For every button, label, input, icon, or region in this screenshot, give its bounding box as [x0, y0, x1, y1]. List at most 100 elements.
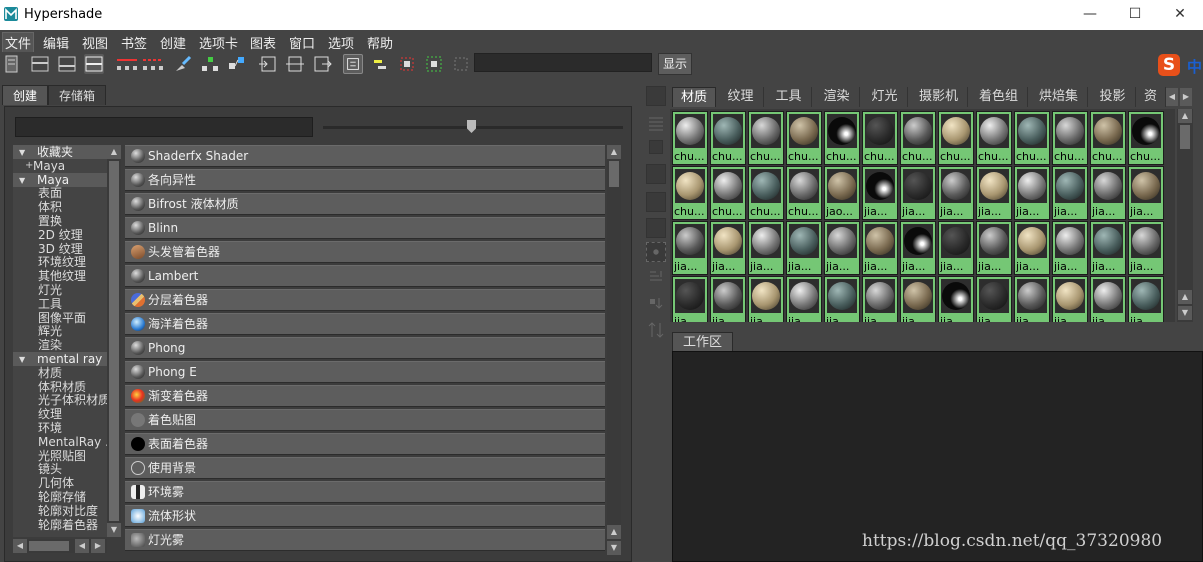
material-swatch[interactable]: jia... [672, 276, 708, 322]
tree-hscroll-thumb[interactable] [29, 541, 69, 551]
tree-item[interactable]: 渲染 [13, 338, 107, 352]
output-icon[interactable] [312, 54, 332, 74]
material-swatch[interactable]: chu... [1090, 111, 1126, 165]
material-swatch[interactable]: chu... [938, 111, 974, 165]
tab-cameras[interactable]: 摄影机 [910, 87, 968, 107]
shader-list-item[interactable]: 使用背景 [125, 457, 605, 479]
tree-item[interactable]: 置换 [13, 214, 107, 228]
material-swatch[interactable]: chu... [748, 111, 784, 165]
shader-list-item[interactable]: Phong E [125, 361, 605, 383]
clear-graph-icon[interactable] [451, 54, 471, 74]
frame-selected-icon[interactable] [397, 54, 417, 74]
node-search-input[interactable] [474, 53, 652, 72]
material-swatch[interactable]: jia... [1090, 276, 1126, 322]
shader-list-item[interactable]: 表面着色器 [125, 433, 605, 455]
tab-work-area[interactable]: 工作区 [672, 332, 734, 352]
material-swatch[interactable]: jia... [1052, 276, 1088, 322]
tree-item[interactable]: 环境 [13, 421, 107, 435]
tab-projects[interactable]: 投影 [1090, 87, 1136, 107]
list-view-icon[interactable] [646, 114, 666, 134]
tab-rendering[interactable]: 渲染 [814, 87, 860, 107]
scroll-down-icon[interactable]: ▼ [107, 523, 121, 537]
scroll-right-icon[interactable]: ▶ [91, 539, 105, 553]
tab-bins[interactable]: 存储箱 [48, 85, 107, 105]
tab-scroll-right-icon[interactable]: ▶ [1180, 88, 1192, 106]
material-swatch[interactable]: chu... [710, 166, 746, 220]
tree-item[interactable]: 3D 纹理 [13, 242, 107, 256]
material-swatch[interactable]: jia... [900, 221, 936, 275]
material-swatch[interactable]: jia... [1014, 276, 1050, 322]
material-swatch[interactable]: chu... [672, 111, 708, 165]
scroll-up-icon[interactable]: ▲ [607, 145, 621, 159]
material-swatch[interactable]: jia... [938, 276, 974, 322]
material-swatch[interactable]: jia... [900, 276, 936, 322]
material-swatch[interactable]: jia... [1014, 221, 1050, 275]
menu-create[interactable]: 创建 [160, 33, 186, 52]
shader-list-item[interactable]: Bifrost 液体材质 [125, 193, 605, 215]
material-swatch[interactable]: jia... [862, 166, 898, 220]
tree-item[interactable]: 光子体积材质 [13, 393, 107, 407]
layout-bottom-icon[interactable] [57, 54, 77, 74]
shader-list-item[interactable]: Shaderfx Shader [125, 145, 605, 167]
shader-list-scrollbar[interactable]: ▲ ▲ ▼ [607, 145, 621, 555]
material-swatch[interactable]: jia... [786, 221, 822, 275]
material-swatch[interactable]: jia... [1090, 166, 1126, 220]
tree-item[interactable]: 工具 [13, 297, 107, 311]
toggle-icon[interactable] [646, 86, 666, 106]
menu-window[interactable]: 窗口 [289, 33, 315, 52]
material-swatch[interactable]: chu... [900, 111, 936, 165]
tab-assets[interactable]: 资源 [1138, 87, 1166, 107]
tree-item[interactable]: 几何体 [13, 476, 107, 490]
scroll-up-icon[interactable]: ▲ [607, 525, 621, 539]
tree-scroll-thumb[interactable] [109, 161, 119, 521]
material-swatch[interactable]: chu... [1014, 111, 1050, 165]
shader-list-item[interactable]: 各向异性 [125, 169, 605, 191]
material-swatch[interactable]: jia... [976, 221, 1012, 275]
brush-icon[interactable] [173, 54, 193, 74]
tab-materials[interactable]: 材质 [672, 87, 716, 107]
material-swatch[interactable]: jia... [1052, 221, 1088, 275]
tab-lights[interactable]: 灯光 [862, 87, 908, 107]
scroll-down-icon[interactable]: ▼ [1178, 306, 1192, 320]
menu-options[interactable]: 选项 [328, 33, 354, 52]
graph-up-icon[interactable] [115, 54, 139, 74]
shader-list-item[interactable]: 渐变着色器 [125, 385, 605, 407]
menu-edit[interactable]: 编辑 [43, 33, 69, 52]
small-icon-view-icon[interactable] [649, 140, 663, 154]
material-swatch[interactable]: jia... [862, 221, 898, 275]
material-swatch[interactable]: chu... [786, 111, 822, 165]
icon-size-slider-handle[interactable] [467, 120, 476, 133]
connection-icon[interactable] [227, 54, 247, 74]
tree-item[interactable]: 表面 [13, 186, 107, 200]
material-swatch[interactable]: jia... [672, 221, 708, 275]
show-button[interactable]: 显示 [658, 53, 692, 75]
shader-list-item[interactable]: 流体形状 [125, 505, 605, 527]
material-swatch[interactable]: jao... [824, 166, 860, 220]
layout-top-icon[interactable] [30, 54, 50, 74]
tree-item[interactable]: 轮廓着色器 [13, 518, 107, 532]
tree-horizontal-scrollbar[interactable]: ◀ ◀ ▶ [13, 539, 107, 553]
material-swatch[interactable]: jia... [1128, 221, 1164, 275]
minimize-button[interactable]: — [1078, 4, 1102, 24]
material-swatch[interactable]: jia... [1090, 221, 1126, 275]
material-swatch[interactable]: jia... [1128, 276, 1164, 322]
scroll-up-icon[interactable]: ▲ [1178, 290, 1192, 304]
maximize-button[interactable]: ☐ [1123, 4, 1147, 24]
shader-list-item[interactable]: 着色贴图 [125, 409, 605, 431]
tree-item[interactable]: 环境纹理 [13, 255, 107, 269]
tab-utilities[interactable]: 工具 [766, 87, 812, 107]
material-swatch[interactable]: jia... [710, 276, 746, 322]
input-output-icon[interactable] [285, 54, 305, 74]
tree-item[interactable]: MentalRay ... [13, 435, 107, 449]
material-swatch[interactable]: jia... [1128, 166, 1164, 220]
scroll-up-icon[interactable]: ▲ [107, 145, 121, 159]
material-swatch[interactable]: chu... [748, 166, 784, 220]
tree-item[interactable]: 纹理 [13, 407, 107, 421]
material-swatch[interactable]: jia... [938, 166, 974, 220]
material-swatch[interactable]: jia... [824, 276, 860, 322]
scroll-down-icon[interactable]: ▼ [607, 541, 621, 555]
graph-view-icon[interactable] [646, 242, 666, 262]
tree-category-header[interactable]: Maya [13, 172, 107, 187]
material-swatch[interactable]: chu... [976, 111, 1012, 165]
shader-list-item[interactable]: Phong [125, 337, 605, 359]
